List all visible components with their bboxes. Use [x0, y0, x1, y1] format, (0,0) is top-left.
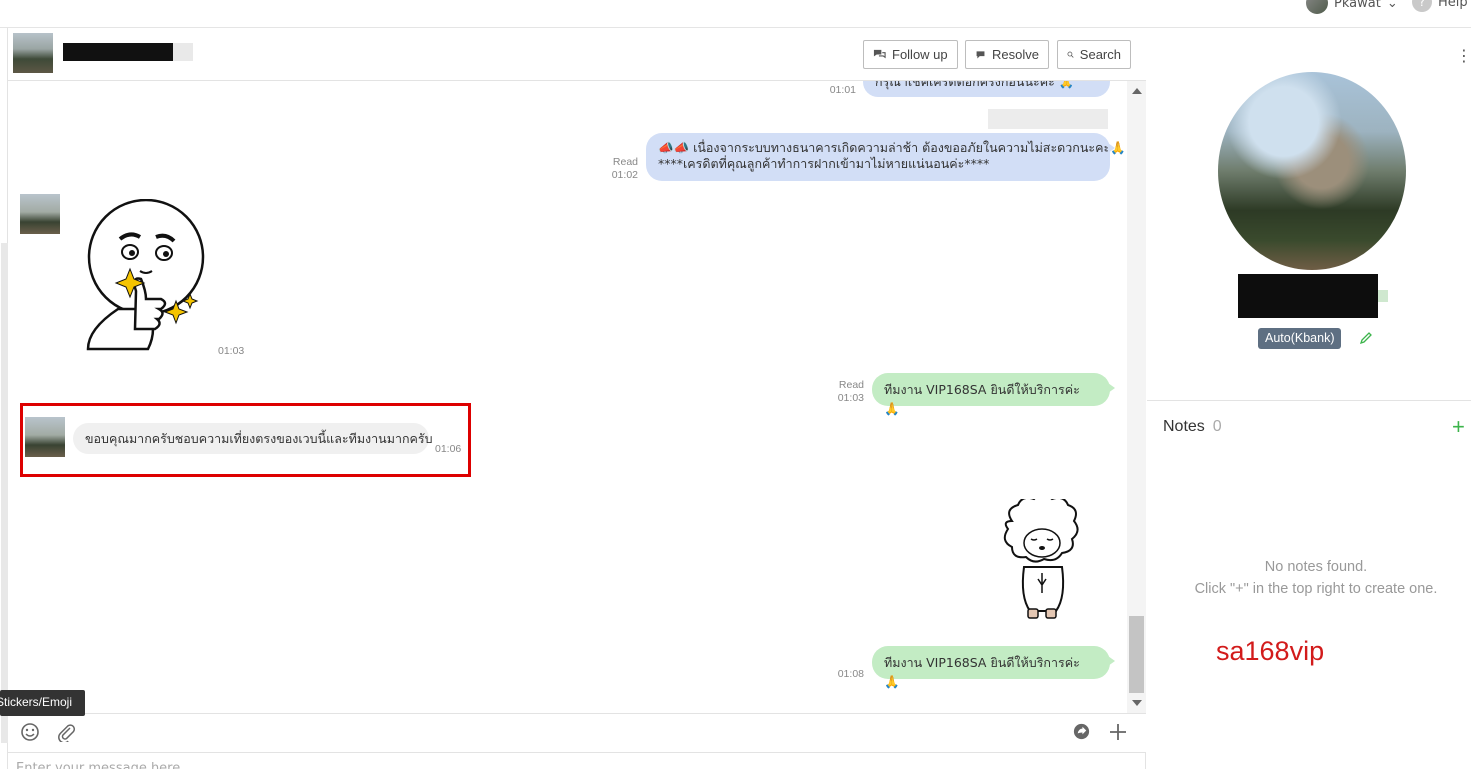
message-text-line: ****เครดิตที่คุณลูกค้าทำการฝากเข้ามาไม่ห…: [658, 156, 990, 171]
tooltip: Stickers/Emoji: [0, 690, 85, 716]
watermark-text: sa168vip: [1216, 636, 1325, 666]
profile-picture: [1218, 72, 1406, 270]
scrollbar-thumb[interactable]: [1129, 616, 1144, 693]
add-note-button[interactable]: +: [1452, 414, 1465, 440]
contact-name-redacted: [63, 43, 173, 61]
help-icon: ?: [1412, 0, 1432, 12]
search-button[interactable]: Search: [1057, 40, 1131, 69]
more-options-icon[interactable]: ⋮: [1456, 46, 1471, 65]
message-time: 01:02: [611, 169, 638, 181]
emoji-icon[interactable]: [20, 722, 40, 742]
follow-up-label: Follow up: [892, 47, 948, 62]
notes-count: 0: [1212, 418, 1222, 435]
tooltip-text: Stickers/Emoji: [0, 695, 73, 709]
message-time: 01:03: [218, 345, 245, 357]
divider: [1147, 400, 1471, 401]
plus-icon[interactable]: [1108, 722, 1128, 742]
message-text: ทีมงาน VIP168SA ยินดีให้บริการค่ะ 🙏: [884, 382, 1080, 416]
empty-notes-line: Click "+" in the top right to create one…: [1194, 581, 1438, 597]
profile-name-blur: [1378, 290, 1388, 302]
message-time: 01:03: [837, 392, 864, 404]
agent-name-blur: [988, 109, 1108, 129]
sender-avatar: [20, 194, 60, 234]
message-scrollbar[interactable]: [1127, 81, 1146, 713]
message-bubble: 📣📣 เนื่องจากระบบทางธนาคารเกิดความล่าช้า …: [646, 133, 1126, 181]
quick-reply-icon[interactable]: [1072, 722, 1091, 741]
search-label: Search: [1079, 47, 1121, 62]
sender-avatar: [25, 417, 65, 457]
bubble-tail: [1108, 143, 1115, 153]
message-input[interactable]: Enter your message here: [8, 752, 1146, 769]
chevron-down-icon: ⌄: [1386, 0, 1398, 11]
resolve-button[interactable]: Resolve: [965, 40, 1049, 69]
message-time: 01:01: [829, 84, 856, 96]
read-status: Read: [838, 379, 864, 391]
message-text: ขอบคุณมากครับชอบความเที่ยงตรงของเวบนี้แล…: [85, 431, 433, 446]
chat-bubble-icon: [976, 51, 985, 59]
avatar: [1306, 0, 1328, 14]
message-bubble: ทีมงาน VIP168SA ยินดีให้บริการค่ะ 🙏: [872, 646, 1110, 689]
message-time: 01:06: [435, 443, 462, 455]
help-link[interactable]: ? Help: [1412, 0, 1468, 12]
bubble-tail: [1108, 656, 1115, 666]
search-icon: [1067, 51, 1074, 58]
message-bubble: ขอบคุณมากครับชอบความเที่ยงตรงของเวบนี้แล…: [73, 423, 433, 454]
message-meta: Read 01:03: [818, 379, 864, 405]
chat-bubbles-icon: [873, 49, 886, 59]
message-bubble: ทีมงาน VIP168SA ยินดีให้บริการค่ะ 🙏: [872, 373, 1110, 416]
help-label: Help: [1438, 0, 1468, 10]
empty-notes-line: No notes found.: [1264, 559, 1368, 575]
user-menu[interactable]: Pkawat ⌄: [1306, 0, 1398, 14]
top-bar: Pkawat ⌄ ? Help: [0, 0, 1471, 28]
contact-avatar[interactable]: [13, 33, 53, 73]
message-text: กรุณาเช็คเครดิตอีกครั้งก่อนนะคะ 🙏: [875, 81, 1075, 89]
resolve-label: Resolve: [992, 47, 1039, 62]
status-badge[interactable]: Auto(Kbank): [1258, 328, 1342, 349]
empty-notes-message: No notes found. Click "+" in the top rig…: [1160, 556, 1471, 600]
attachment-icon[interactable]: [56, 722, 76, 742]
contact-name-blur: [173, 43, 193, 61]
profile-name-redacted: [1238, 274, 1378, 318]
message-text-line: 📣📣 เนื่องจากระบบทางธนาคารเกิดความล่าช้า …: [658, 140, 1126, 155]
scroll-down-icon[interactable]: [1132, 700, 1142, 706]
user-name: Pkawat: [1334, 0, 1381, 11]
chat-header: Follow up Resolve Search: [8, 28, 1146, 81]
message-text: ทีมงาน VIP168SA ยินดีให้บริการค่ะ 🙏: [884, 655, 1080, 689]
message-time: 01:08: [837, 668, 864, 680]
read-status: Read: [612, 156, 638, 168]
bubble-tail: [1108, 383, 1115, 393]
sticker-thumbs-up[interactable]: [78, 199, 208, 359]
message-bubble: กรุณาเช็คเครดิตอีกครั้งก่อนนะคะ 🙏: [863, 81, 1110, 97]
message-input-placeholder: Enter your message here: [16, 761, 181, 769]
chat-panel: Follow up Resolve Search กรุณาเช็คเครดิต…: [0, 28, 1146, 769]
notes-title: Notes: [1163, 418, 1205, 435]
compose-toolbar: [8, 713, 1146, 752]
follow-up-button[interactable]: Follow up: [863, 40, 958, 69]
left-scrollbar[interactable]: [1, 243, 8, 743]
notes-header: Notes 0: [1163, 418, 1222, 436]
message-meta: Read 01:02: [592, 156, 638, 182]
sticker-bowing-sheep[interactable]: [998, 499, 1088, 624]
edit-pencil-icon[interactable]: [1358, 330, 1374, 346]
scroll-up-icon[interactable]: [1132, 88, 1142, 94]
message-list[interactable]: กรุณาเช็คเครดิตอีกครั้งก่อนนะคะ 🙏 01:01 …: [8, 81, 1126, 713]
